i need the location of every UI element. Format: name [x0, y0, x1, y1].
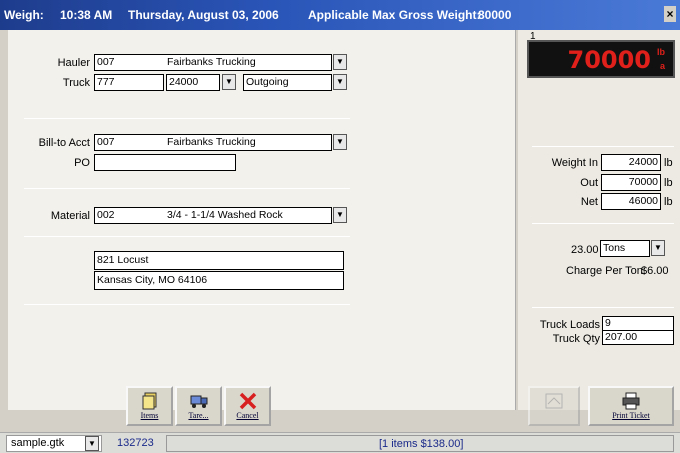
- weight-in-unit: lb: [664, 157, 673, 169]
- items-icon: [142, 392, 156, 410]
- cancel-x-icon: [239, 392, 256, 410]
- scale-mode: a: [659, 61, 665, 71]
- hauler-label: Hauler: [57, 57, 90, 69]
- status-bar: sample.gtk ▼ 132723 [1 items $138.00]: [0, 432, 680, 453]
- tare-button[interactable]: Tare...: [175, 386, 222, 426]
- truck-tare-dropdown-button[interactable]: ▼: [222, 74, 236, 90]
- disabled-action-icon: [545, 393, 563, 409]
- material-dropdown-button[interactable]: ▼: [333, 207, 347, 223]
- charge-per-ton-value: $6.00: [641, 265, 669, 277]
- scale-display: 70000 lb a: [527, 40, 675, 78]
- chevron-down-icon: ▼: [654, 243, 662, 252]
- chevron-down-icon: ▼: [88, 439, 96, 448]
- section-divider: [24, 188, 350, 189]
- ticket-number: 132723: [117, 437, 154, 449]
- status-summary-section: [1 items $138.00]: [166, 435, 674, 452]
- hauler-dropdown-button[interactable]: ▼: [333, 54, 347, 70]
- charge-quantity: 23.00: [571, 244, 599, 256]
- printer-icon: [622, 392, 640, 410]
- billto-code: 007: [97, 136, 115, 148]
- weight-in-field[interactable]: 24000: [601, 154, 661, 171]
- file-name: sample.gtk: [11, 437, 65, 449]
- close-icon[interactable]: ×: [664, 6, 676, 22]
- max-gross-label: Applicable Max Gross Weight:: [308, 8, 481, 22]
- max-gross-value: 80000: [478, 8, 512, 22]
- truck-number-field[interactable]: 777: [94, 74, 164, 91]
- billto-label: Bill-to Acct: [38, 137, 90, 149]
- po-label: PO: [74, 157, 90, 169]
- weight-summary-panel: [518, 30, 680, 410]
- weight-out-unit: lb: [664, 177, 673, 189]
- unit-select[interactable]: Tons: [600, 240, 650, 257]
- net-weight-label: Net: [580, 196, 598, 208]
- weigh-label: Weigh:: [4, 8, 44, 22]
- po-input[interactable]: [94, 154, 236, 171]
- section-divider: [532, 307, 674, 308]
- hauler-code: 007: [97, 56, 115, 68]
- tare-button-label: Tare...: [188, 411, 209, 420]
- title-bar: Weigh: 10:38 AM Thursday, August 03, 200…: [0, 0, 680, 30]
- section-divider: [532, 146, 674, 147]
- chevron-down-icon: ▼: [336, 77, 344, 86]
- file-select[interactable]: sample.gtk ▼: [6, 435, 102, 452]
- scale-unit: lb: [657, 47, 665, 57]
- print-ticket-button[interactable]: Print Ticket: [588, 386, 674, 426]
- truck-loads-label: Truck Loads: [539, 319, 600, 331]
- clock-time: 10:38 AM: [60, 8, 113, 22]
- section-divider: [24, 236, 350, 237]
- unit-dropdown-button[interactable]: ▼: [651, 240, 665, 256]
- material-code: 002: [97, 209, 115, 221]
- section-divider: [24, 118, 350, 119]
- print-ticket-label: Print Ticket: [612, 411, 650, 420]
- truck-tare-field[interactable]: 24000: [166, 74, 220, 91]
- chevron-down-icon: ▼: [336, 137, 344, 146]
- material-label: Material: [50, 210, 90, 222]
- items-button[interactable]: Items: [126, 386, 173, 426]
- weight-in-label: Weight In: [551, 157, 598, 169]
- address-line-1: 821 Locust: [94, 251, 344, 270]
- hauler-name: Fairbanks Trucking: [167, 56, 256, 68]
- weight-out-label: Out: [580, 177, 598, 189]
- weight-out-field[interactable]: 70000: [601, 174, 661, 191]
- truck-scale-icon: [190, 395, 207, 408]
- material-name: 3/4 - 1-1/4 Washed Rock: [167, 209, 283, 221]
- scale-reading: 70000: [567, 46, 652, 74]
- direction-dropdown-button[interactable]: ▼: [333, 74, 347, 90]
- chevron-down-icon: ▼: [336, 210, 344, 219]
- chevron-down-icon: ▼: [336, 57, 344, 66]
- billto-field[interactable]: 007 Fairbanks Trucking: [94, 134, 332, 151]
- section-divider: [24, 304, 350, 305]
- disabled-action-button[interactable]: [528, 386, 580, 426]
- truck-label: Truck: [62, 77, 90, 89]
- cancel-button[interactable]: Cancel: [224, 386, 271, 426]
- billto-dropdown-button[interactable]: ▼: [333, 134, 347, 150]
- billto-name: Fairbanks Trucking: [167, 136, 256, 148]
- truck-qty-label: Truck Qty: [552, 333, 600, 345]
- items-total-summary: [1 items $138.00]: [379, 438, 464, 450]
- charge-per-ton-label: Charge Per Ton:: [566, 265, 646, 277]
- material-field[interactable]: 002 3/4 - 1-1/4 Washed Rock: [94, 207, 332, 224]
- current-date: Thursday, August 03, 2006: [128, 8, 279, 22]
- chevron-down-icon: ▼: [225, 77, 233, 86]
- net-weight-unit: lb: [664, 196, 673, 208]
- truck-loads-field[interactable]: 9: [602, 316, 674, 331]
- direction-select[interactable]: Outgoing: [243, 74, 332, 91]
- cancel-button-label: Cancel: [236, 411, 259, 420]
- address-line-2: Kansas City, MO 64106: [94, 271, 344, 290]
- file-dropdown-button[interactable]: ▼: [85, 436, 99, 451]
- net-weight-field[interactable]: 46000: [601, 193, 661, 210]
- section-divider: [532, 223, 674, 224]
- truck-qty-field[interactable]: 207.00: [602, 330, 674, 345]
- items-button-label: Items: [140, 411, 159, 420]
- hauler-field[interactable]: 007 Fairbanks Trucking: [94, 54, 332, 71]
